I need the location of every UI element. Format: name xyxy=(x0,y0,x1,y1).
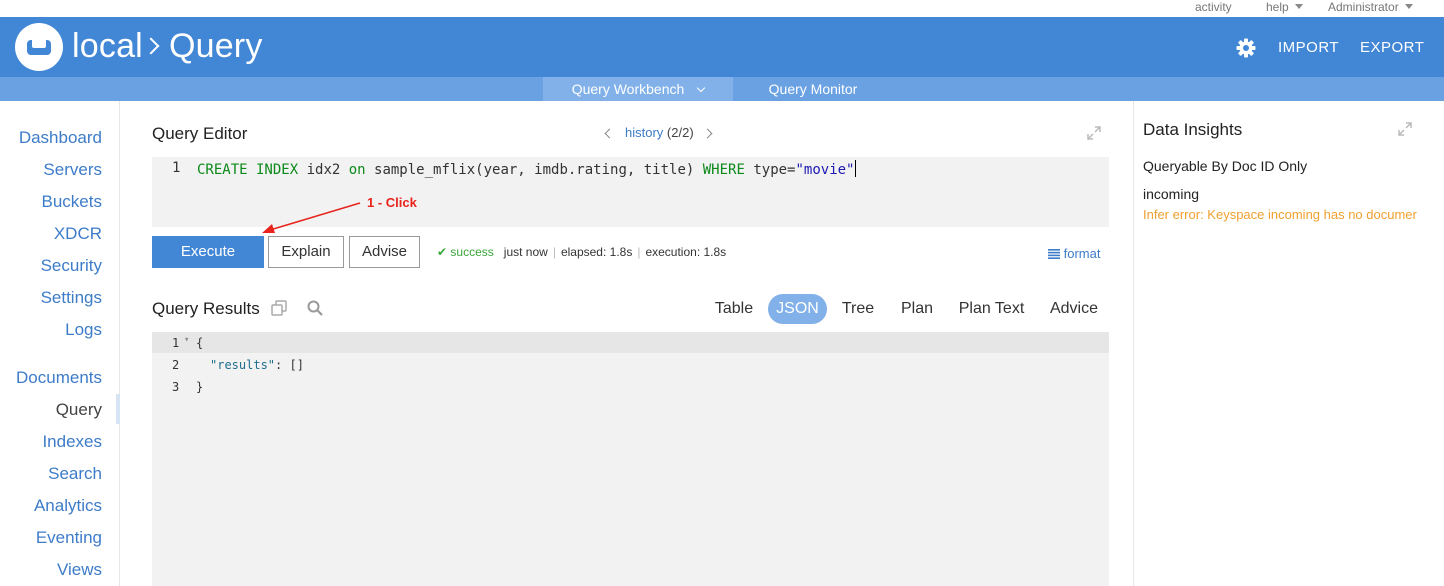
line-number: 1 xyxy=(172,160,181,176)
user-label: Administrator xyxy=(1328,0,1399,14)
chevron-down-icon xyxy=(1404,4,1413,9)
data-insights-panel: Data Insights Queryable By Doc ID Only i… xyxy=(1133,101,1444,586)
active-line-highlight xyxy=(152,332,1109,353)
sidebar-item-logs[interactable]: Logs xyxy=(65,320,102,340)
help-menu[interactable]: help xyxy=(1266,0,1303,14)
sidebar-item-views[interactable]: Views xyxy=(57,560,102,580)
copy-icon[interactable] xyxy=(271,300,288,316)
annotation-arrow-icon xyxy=(262,202,361,233)
format-button[interactable]: format xyxy=(1048,246,1100,261)
chevron-left-icon[interactable] xyxy=(604,128,615,139)
annotation-label: 1 - Click xyxy=(367,195,417,210)
gear-icon[interactable] xyxy=(1236,38,1256,58)
export-button[interactable]: EXPORT xyxy=(1360,39,1424,56)
data-insights-title: Data Insights xyxy=(1143,120,1243,139)
sidebar-item-dashboard[interactable]: Dashboard xyxy=(19,128,102,148)
tab-json[interactable]: JSON xyxy=(768,294,827,324)
logo-mark-inner xyxy=(32,40,46,48)
activity-link[interactable]: activity xyxy=(1195,0,1232,14)
format-label: format xyxy=(1063,246,1101,261)
chevron-down-icon xyxy=(697,83,706,93)
tab-tree[interactable]: Tree xyxy=(834,294,882,324)
line-number: 3 xyxy=(172,380,180,394)
sidebar-item-indexes[interactable]: Indexes xyxy=(42,432,102,452)
chevron-right-icon xyxy=(142,37,160,55)
fold-arrow-icon[interactable]: ▾ xyxy=(184,335,189,345)
sidebar-item-buckets[interactable]: Buckets xyxy=(42,192,102,212)
help-label: help xyxy=(1266,0,1289,14)
keyword: CREATE INDEX xyxy=(197,162,299,178)
app-header: local Query IMPORT EXPORT xyxy=(0,17,1444,77)
insight-doc-id: Queryable By Doc ID Only xyxy=(1143,158,1308,174)
sidebar-item-query[interactable]: Query xyxy=(56,400,102,420)
query-editor-title: Query Editor xyxy=(152,124,248,143)
query-results-title: Query Results xyxy=(152,299,260,318)
sidebar-item-servers[interactable]: Servers xyxy=(43,160,102,180)
import-button[interactable]: IMPORT xyxy=(1278,39,1339,56)
code-part: idx2 xyxy=(298,162,349,178)
search-icon[interactable] xyxy=(307,300,323,316)
result-line: { xyxy=(196,336,204,350)
expand-icon[interactable] xyxy=(1398,122,1412,136)
result-line: "results": [] xyxy=(210,358,304,372)
checkmark-icon: ✔ xyxy=(437,245,448,259)
status-time: just now xyxy=(503,245,548,259)
user-menu[interactable]: Administrator xyxy=(1328,0,1413,14)
sub-nav: Query Workbench Query Monitor xyxy=(0,77,1444,101)
expand-icon[interactable] xyxy=(1087,126,1101,140)
sidebar-item-analytics[interactable]: Analytics xyxy=(34,496,102,516)
couchbase-logo-icon[interactable] xyxy=(15,23,63,71)
execute-button[interactable]: Execute xyxy=(152,236,264,268)
line-number: 1 xyxy=(172,336,180,350)
json-key: "results" xyxy=(210,358,276,372)
sidebar-item-xdcr[interactable]: XDCR xyxy=(54,224,102,244)
history-link[interactable]: history xyxy=(625,125,663,140)
chevron-down-icon xyxy=(1294,4,1303,9)
advise-button[interactable]: Advise xyxy=(349,236,420,268)
status-execution: execution: 1.8s xyxy=(645,245,727,259)
sidebar-item-settings[interactable]: Settings xyxy=(41,288,102,308)
code-part: type= xyxy=(744,162,796,178)
tab-table[interactable]: Table xyxy=(706,294,762,324)
json-value: : [] xyxy=(275,358,304,372)
status-elapsed: elapsed: 1.8s xyxy=(560,245,633,259)
history-count: (2/2) xyxy=(666,125,694,140)
tab-query-monitor-label: Query Monitor xyxy=(768,81,858,97)
keyword: on xyxy=(348,162,366,178)
tab-query-workbench-label: Query Workbench xyxy=(571,81,685,97)
query-status: ✔ success just now | elapsed: 1.8s | executi… xyxy=(437,245,727,259)
status-result: success xyxy=(450,245,494,259)
tab-plan-text[interactable]: Plan Text xyxy=(952,294,1031,324)
sidebar-item-eventing[interactable]: Eventing xyxy=(36,528,102,548)
logo-mark xyxy=(27,40,51,55)
chevron-right-icon[interactable] xyxy=(702,128,713,139)
sidebar-item-security[interactable]: Security xyxy=(41,256,102,276)
results-viewer[interactable]: 1 ▾ { 2 "results": [] 3 } xyxy=(152,332,1109,586)
text-cursor xyxy=(854,160,856,177)
sidebar-item-search[interactable]: Search xyxy=(48,464,102,484)
breadcrumb-cluster[interactable]: local xyxy=(72,27,143,65)
top-bar: activity help Administrator xyxy=(0,0,1444,17)
tab-advice[interactable]: Advice xyxy=(1040,294,1108,324)
insight-keyspace[interactable]: incoming xyxy=(1143,186,1199,202)
line-number: 2 xyxy=(172,358,180,372)
sidebar: Dashboard Servers Buckets XDCR Security … xyxy=(0,101,120,586)
keyword: WHERE xyxy=(702,162,745,178)
align-lines-icon xyxy=(1048,249,1060,259)
sidebar-item-documents[interactable]: Documents xyxy=(16,368,102,388)
tab-query-monitor[interactable]: Query Monitor xyxy=(753,77,873,101)
insight-error: Infer error: Keyspace incoming has no do… xyxy=(1143,207,1417,222)
code-part: sample_mflix(year, imdb.rating, title) xyxy=(365,162,703,178)
tab-plan[interactable]: Plan xyxy=(893,294,941,324)
active-indicator xyxy=(116,394,120,424)
page-title: Query xyxy=(168,27,263,65)
history-nav: history (2/2) xyxy=(604,125,713,140)
query-text[interactable]: CREATE INDEX idx2 on sample_mflix(year, … xyxy=(197,160,856,178)
tab-query-workbench[interactable]: Query Workbench xyxy=(543,77,733,101)
string-literal: "movie" xyxy=(795,162,855,178)
explain-button[interactable]: Explain xyxy=(268,236,344,268)
breadcrumb: local Query xyxy=(72,27,263,66)
result-line: } xyxy=(196,380,204,394)
